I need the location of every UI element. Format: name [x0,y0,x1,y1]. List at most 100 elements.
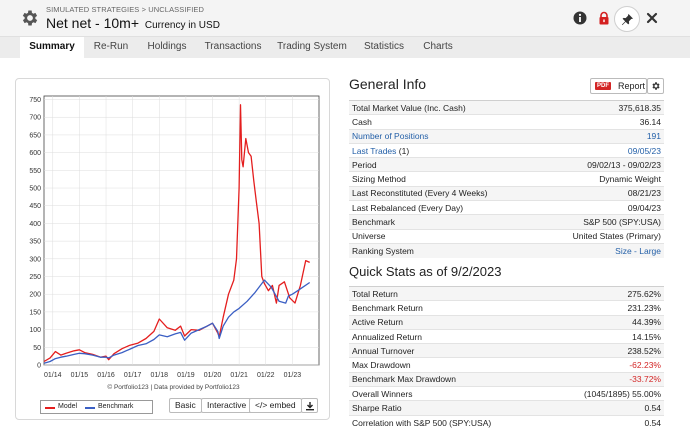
x-tick-label: 01/14 [44,372,62,379]
row-value: 0.54 [549,414,664,430]
y-tick-label: 400 [29,221,41,228]
row-label: Benchmark Return [349,300,550,316]
header-bar: SIMULATED STRATEGIES > UNCLASSIFIED Net … [0,0,690,37]
chart-credit: © Portfolio123 | Data provided by Portfo… [107,384,240,391]
row-label: Correlation with S&P 500 (SPY:USA) [349,414,550,430]
row-label: Annual Turnover [349,343,550,358]
quick-stats-title: Quick Stats as of 9/2/2023 [349,264,502,279]
quick-stats-row-benchmark-max-drawdown: Benchmark Max Drawdown -33.72% [349,371,664,387]
general-info-row-period: Period 09/02/13 - 09/02/23 [349,157,664,172]
pin-button[interactable] [614,6,640,32]
tab-holdings[interactable]: Holdings [140,37,194,58]
x-tick-label: 01/17 [124,372,142,379]
row-label-text: Overall Winners [352,388,413,399]
row-label[interactable]: Number of Positions [349,128,538,144]
page-title: Net net - 10m+ Currency in USD [46,15,220,31]
row-value[interactable]: 09/05/23 [537,142,664,158]
row-label: Benchmark Max Drawdown [349,371,550,387]
row-label: Period [349,157,538,172]
row-label: Last Reconstituted (Every 4 Weeks) [349,185,538,201]
info-icon[interactable] [573,11,587,25]
y-tick-label: 100 [29,327,41,334]
legend-swatch-model [45,407,55,409]
row-value: 0.54 [549,400,664,416]
row-value: 36.14 [537,114,664,130]
tab-charts[interactable]: Charts [418,37,458,58]
row-label-text[interactable]: Last Trades [352,146,396,156]
x-tick-label: 01/16 [97,372,115,379]
row-value[interactable]: 191 [537,128,664,144]
report-button[interactable]: PDF Report [590,78,647,94]
general-info-row-sizing-method: Sizing Method Dynamic Weight [349,171,664,187]
row-label: Active Return [349,314,550,330]
x-tick-label: 01/15 [71,372,89,379]
quick-stats-row-benchmark-return: Benchmark Return 231.23% [349,300,664,316]
download-icon [306,402,314,411]
row-label-text: Last Rebalanced (Every Day) [352,202,464,213]
y-tick-label: 50 [33,345,41,352]
lock-icon[interactable] [597,11,611,25]
report-settings-button[interactable] [647,78,664,94]
row-label[interactable]: Last Trades (1) [349,142,538,158]
y-tick-label: 500 [29,186,41,193]
general-info-row-last-reconstituted-every-4-weeks: Last Reconstituted (Every 4 Weeks) 08/21/… [349,185,664,201]
row-label-text: Annualized Return [352,331,422,342]
y-tick-label: 550 [29,168,41,175]
basic-button[interactable]: Basic [169,398,202,413]
quick-stats-row-annual-turnover: Annual Turnover 238.52% [349,343,664,358]
tab-summary[interactable]: Summary [20,37,84,58]
legend-benchmark[interactable]: Benchmark [98,403,133,410]
row-label-text: Universe [352,231,386,242]
row-label-text[interactable]: Number of Positions [352,131,429,141]
x-tick-label: 01/22 [257,372,275,379]
row-label-text: Benchmark Return [352,302,423,313]
general-info-row-number-of-positions: Number of Positions 191 [349,128,664,144]
x-tick-label: 01/18 [151,372,169,379]
general-info-title: General Info [349,76,427,92]
chart-legend: Model Benchmark [40,400,153,414]
y-tick-label: 0 [37,363,41,370]
gear-icon [652,82,660,90]
legend-model[interactable]: Model [58,403,77,410]
quick-stats-row-overall-winners: Overall Winners (1045/1895) 55.00% [349,386,664,401]
row-label: Benchmark [349,214,538,230]
gear-icon[interactable] [20,8,40,28]
general-info-row-last-trades: Last Trades (1) 09/05/23 [349,142,664,158]
y-tick-label: 350 [29,239,41,246]
close-icon[interactable] [645,11,659,25]
tab-statistics[interactable]: Statistics [358,37,410,58]
quick-stats-row-total-return: Total Return 275.62% [349,285,664,301]
row-value: S&P 500 (SPY:USA) [537,214,664,230]
y-tick-label: 600 [29,150,41,157]
tab-trading-system[interactable]: Trading System [274,37,350,58]
row-label: Max Drawdown [349,357,550,373]
row-label-text: Ranking System [352,245,414,256]
general-info-row-total-market-value-inc-cash: Total Market Value (Inc. Cash) 375,618.35 [349,99,664,115]
breadcrumb[interactable]: SIMULATED STRATEGIES > UNCLASSIFIED [46,5,204,14]
row-value: 231.23% [549,300,664,316]
performance-chart-card: 0 50 100 150 200 250 300 350 400 450 500 550 600 650 7… [15,78,330,420]
quick-stats-row-active-return: Active Return 44.39% [349,314,664,330]
row-value: 09/02/13 - 09/02/23 [537,157,664,172]
x-tick-label: 01/19 [177,372,195,379]
general-info-row-benchmark: Benchmark S&P 500 (SPY:USA) [349,214,664,230]
interactive-button[interactable]: Interactive [201,398,253,413]
legend-swatch-benchmark [85,407,95,409]
x-tick-label: 01/20 [204,372,222,379]
download-button[interactable] [301,398,318,413]
tab-transactions[interactable]: Transactions [200,37,266,58]
row-label-text: Last Reconstituted (Every 4 Weeks) [352,188,488,199]
row-label-text: Period [352,159,377,170]
performance-chart[interactable]: 0 50 100 150 200 250 300 350 400 450 500 550 600 650 7… [16,79,331,384]
tab-re-run[interactable]: Re-Run [86,37,136,58]
pin-icon [621,13,634,26]
embed-button[interactable]: </> embed [249,398,302,413]
row-label: Sizing Method [349,171,538,187]
row-label: Cash [349,114,538,130]
row-value: -33.72% [549,371,664,387]
row-label-suffix: (1) [396,145,410,156]
row-label-text: Sizing Method [352,174,406,185]
row-value[interactable]: Size - Large [537,242,664,258]
row-value: -62.23% [549,357,664,373]
currency-label: Currency in USD [144,20,220,31]
